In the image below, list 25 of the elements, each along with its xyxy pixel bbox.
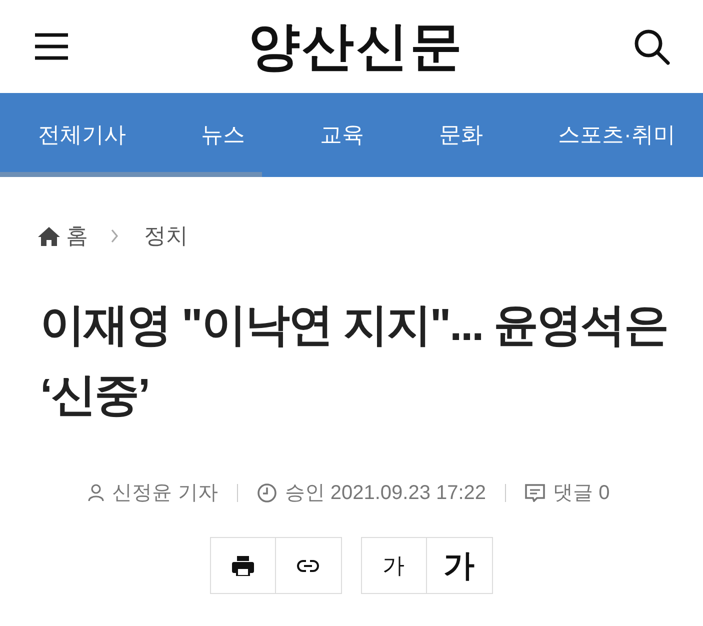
print-button[interactable]: [210, 537, 276, 594]
nav-link[interactable]: 문화: [439, 124, 483, 146]
breadcrumb-link[interactable]: 홈: [66, 225, 88, 247]
search-icon[interactable]: [634, 28, 670, 64]
comment-count: 댓글 0: [553, 483, 610, 503]
article-title: 이재영 "이낙연 지지"... 윤영석은 ‘신중’: [40, 298, 669, 422]
approval-date: 승인 2021.09.23 17:22: [284, 483, 486, 503]
clock-icon: [256, 483, 277, 503]
nav-link[interactable]: 전체기사: [38, 124, 126, 146]
person-icon: [88, 484, 104, 502]
link-icon: [297, 560, 319, 572]
printer-icon: [232, 556, 254, 576]
menu-icon[interactable]: [35, 33, 68, 60]
site-logo[interactable]: 양산신문: [248, 20, 464, 72]
font-increase-button[interactable]: 가: [426, 537, 492, 594]
nav-link[interactable]: 교육: [320, 124, 364, 146]
breadcrumb-link[interactable]: 정치: [144, 225, 188, 247]
font-decrease-button[interactable]: 가: [360, 537, 426, 594]
home-icon[interactable]: [38, 226, 60, 246]
comment-icon: [525, 484, 546, 502]
chevron-right-icon: [111, 229, 119, 243]
nav-link[interactable]: 뉴스: [201, 124, 245, 146]
copy-link-button[interactable]: [276, 537, 342, 594]
nav-link[interactable]: 스포츠·취미: [558, 124, 676, 146]
author-name: 신정윤 기자: [112, 483, 218, 503]
